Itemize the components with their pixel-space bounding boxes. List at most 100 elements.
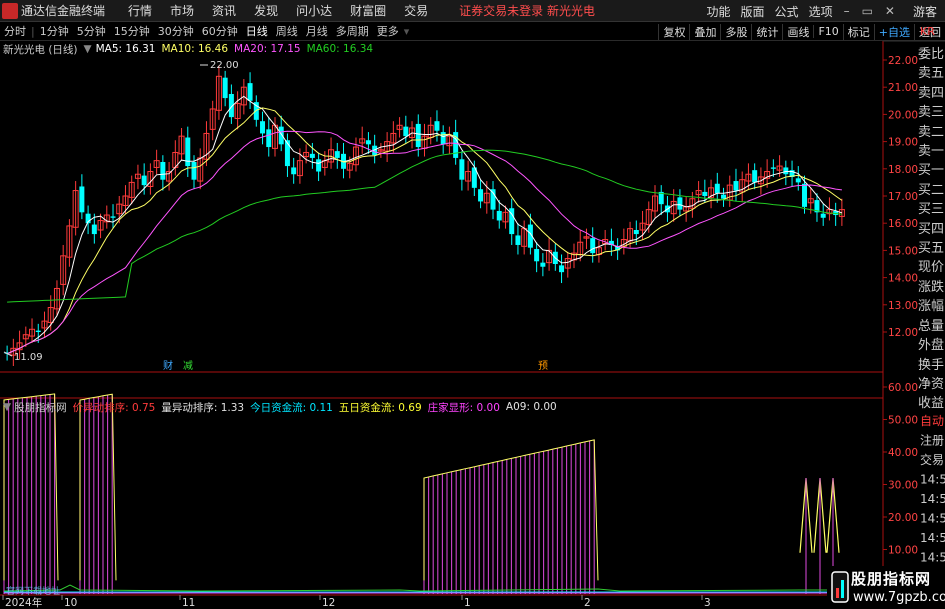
ma60-label: MA60: 16.34 — [306, 43, 374, 55]
bottom-tag: 官网下载地址 — [6, 587, 61, 597]
candle-body — [770, 167, 776, 169]
price-tick-label: 14.00 — [888, 273, 918, 285]
candle-body — [434, 121, 440, 131]
candle-body — [160, 162, 166, 180]
side-panel-field: 卖四 — [918, 85, 945, 101]
indicator-dropdown-icon[interactable]: ▼ — [3, 401, 11, 413]
event-tag-0: 财 — [163, 359, 173, 372]
candle-body — [247, 83, 253, 101]
side-panel-field: 换手 — [918, 357, 945, 373]
side-panel-field: 外盘 — [918, 338, 945, 354]
sub-tick-label: 10.00 — [888, 545, 918, 557]
chart-canvas[interactable]: 22.00 21.00 20.00 19.00 18.00 17.00 16.00 15.00… — [0, 0, 945, 609]
candle-body — [222, 77, 228, 99]
candle-body — [415, 123, 421, 148]
indicator-value: 价异动排序: 0.75 — [72, 401, 156, 414]
quote-side-panel: 委比 卖五 卖四 卖三 卖二 卖一 买一 买二 买三 买四 买五 现价 涨跌 涨幅 总量 外盘 换手 净资 收益 — [918, 45, 945, 465]
side-panel-field: 买三 — [918, 202, 945, 218]
candle-body — [260, 121, 266, 134]
candle-body — [515, 235, 521, 245]
side-panel-lower-field: 14:54 — [920, 473, 945, 487]
side-panel-lower-field: 14:54 — [920, 531, 945, 545]
price-tick-label: 13.00 — [888, 300, 918, 312]
price-tick-label: 17.00 — [888, 191, 918, 203]
sub-tick-label: 30.00 — [888, 480, 918, 492]
candle-body — [278, 126, 284, 145]
candle-body — [714, 183, 720, 194]
side-panel-field: 卖三 — [918, 105, 945, 121]
candle-body — [403, 126, 409, 137]
ma20-label: MA20: 17.15 — [234, 43, 301, 55]
candle-body — [79, 186, 85, 213]
candle-body — [478, 189, 484, 202]
date-tick-label: 2 — [584, 597, 591, 609]
watermark-title: 股朋指标网 — [851, 570, 932, 588]
ma20-line — [6, 130, 842, 355]
candle-body — [185, 137, 191, 167]
date-tick-label: 12 — [322, 597, 335, 609]
indicator-value: 庄家显形: 0.00 — [427, 401, 500, 414]
side-panel-field: 涨幅 — [918, 299, 945, 315]
candle-body — [110, 216, 116, 218]
low-annotation: 11.09 — [14, 352, 43, 363]
event-tag-2: 预 — [538, 360, 548, 372]
date-tick-label: 10 — [64, 597, 77, 609]
flow-line-green — [3, 584, 840, 592]
side-panel-field: 买二 — [918, 182, 945, 198]
side-panel-field: 卖五 — [918, 66, 945, 82]
side-panel-field: 买四 — [918, 221, 945, 237]
sub-tick-label: 60.00 — [888, 382, 918, 394]
candle-body — [91, 224, 97, 235]
price-tick-label: 12.00 — [888, 327, 918, 339]
watermark: 股朋指标网 www.7gpzb.com — [827, 566, 945, 609]
candle-body — [633, 230, 639, 235]
candle-body — [334, 151, 340, 158]
dropdown-icon[interactable]: ▼ — [84, 43, 92, 55]
main-chart-info: 新光光电 (日线) ▼ MA5: 16.31 MA10: 16.46 MA20:… — [0, 41, 379, 57]
side-panel-field: 买一 — [918, 163, 945, 179]
candle-body — [783, 167, 789, 175]
candle-body — [820, 213, 826, 218]
candle-body — [141, 175, 147, 186]
candle-body — [677, 197, 683, 210]
candle-body — [35, 330, 41, 332]
date-tick-label: 3 — [704, 597, 711, 609]
watermark-url: www.7gpzb.com — [853, 590, 945, 605]
candle-body — [316, 159, 322, 172]
price-tick-label: 18.00 — [888, 164, 918, 176]
watermark-logo-icon — [831, 571, 849, 603]
candle-body — [721, 194, 727, 199]
candle-body — [496, 210, 502, 221]
side-panel-field: 收益 — [918, 396, 945, 412]
indicator-value: 五日资金流: 0.69 — [338, 401, 422, 414]
price-tick-label: 15.00 — [888, 245, 918, 257]
side-panel-field: 现价 — [918, 260, 945, 276]
ma60-line — [7, 149, 842, 303]
stock-label[interactable]: 新光光电 (日线) — [3, 42, 78, 57]
date-tick-label: 1 — [464, 597, 471, 609]
candle-body — [534, 249, 540, 262]
indicator-label[interactable]: 股朋指标网 — [14, 400, 67, 415]
price-tick-label: 22.00 — [888, 55, 918, 67]
side-panel-tag: KR — [920, 25, 935, 38]
side-panel-field: 净资 — [918, 376, 945, 392]
indicator-value: 量异动排序: 1.33 — [161, 401, 245, 414]
candle-body — [440, 132, 446, 145]
side-panel-lower-field: 14:54 — [920, 512, 945, 526]
sub-bars — [3, 393, 595, 594]
candle-body — [191, 162, 197, 180]
date-tick-label: 2024年 — [5, 596, 42, 609]
candle-body — [540, 262, 546, 267]
ma10-label: MA10: 16.46 — [161, 43, 229, 55]
candle-body — [309, 153, 315, 158]
side-panel-field: 卖二 — [918, 124, 945, 140]
side-panel-field: 委比 — [918, 47, 945, 62]
sub-tick-label: 20.00 — [888, 512, 918, 524]
ma5-label: MA5: 16.31 — [95, 43, 156, 55]
app-window: 通达信金融终端 行情 市场 资讯 发现 问小达 财富圈 交易 证券交易未登录 新… — [0, 0, 945, 609]
indicator-value: 今日资金流: 0.11 — [250, 401, 333, 414]
price-tick-label: 20.00 — [888, 109, 918, 121]
side-panel-lower-field: 14:55 — [920, 551, 945, 565]
side-panel-field: 涨跌 — [918, 279, 945, 295]
candle-body — [291, 167, 297, 175]
